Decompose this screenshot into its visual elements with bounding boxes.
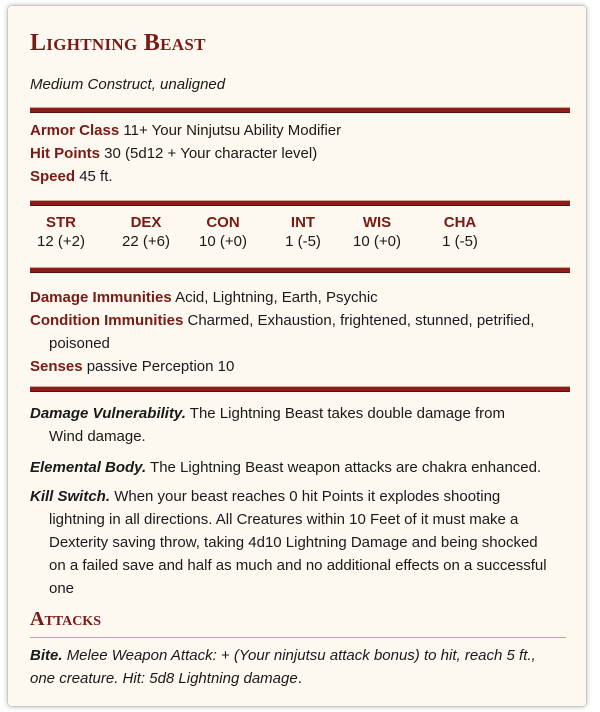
trait-text-continued: on a failed save and half as much and no…	[49, 557, 547, 574]
ability-score: 1 (-5)	[285, 233, 321, 250]
hit-points-value: 30 (5d12 + Your character level)	[104, 145, 318, 162]
damage-immunities-label: Damage Immunities	[30, 289, 172, 306]
ability-score: 10 (+0)	[353, 233, 401, 250]
attacks-heading: Attacks	[30, 608, 101, 630]
condition-immunities-continued: poisoned	[49, 335, 110, 352]
divider-rule	[30, 200, 570, 206]
condition-immunities-value: Charmed, Exhaustion, frightened, stunned…	[187, 312, 535, 329]
creature-name: Lightning Beast	[30, 30, 206, 56]
ability-name: INT	[290, 214, 316, 231]
attack-name: Bite.	[30, 647, 63, 664]
trait-name: Damage Vulnerability.	[30, 405, 186, 422]
hit-points-label: Hit Points	[30, 145, 100, 162]
ability-name: WIS	[362, 214, 392, 231]
ability-int: INT 1 (-5)	[268, 214, 338, 250]
condition-immunities-line: Condition Immunities Charmed, Exhaustion…	[30, 309, 564, 355]
armor-class-value: 11+ Your Ninjutsu Ability Modifier	[123, 122, 342, 139]
speed-value: 45 ft.	[79, 168, 113, 185]
trait-text: When your beast reaches 0 hit Points it …	[114, 488, 501, 505]
ability-name: CON	[206, 214, 240, 231]
attack-text: Melee Weapon Attack: + (Your ninjutsu at…	[66, 647, 536, 664]
trait-text: The Lightning Beast takes double damage …	[189, 405, 505, 422]
damage-immunities-line: Damage Immunities Acid, Lightning, Earth…	[30, 286, 564, 309]
divider-rule	[30, 107, 570, 113]
attacks-heading-rule	[30, 637, 566, 638]
ability-name: CHA	[443, 214, 477, 231]
ability-score: 12 (+2)	[37, 233, 85, 250]
armor-class-label: Armor Class	[30, 122, 120, 139]
hit-points-line: Hit Points 30 (5d12 + Your character lev…	[30, 145, 317, 162]
ability-score: 10 (+0)	[199, 233, 247, 250]
attack-text-period: .	[297, 670, 302, 687]
damage-immunities-value: Acid, Lightning, Earth, Psychic	[175, 289, 378, 306]
armor-class-line: Armor Class 11+ Your Ninjutsu Ability Mo…	[30, 122, 341, 139]
divider-rule	[30, 386, 570, 392]
ability-wis: WIS 10 (+0)	[342, 214, 412, 250]
speed-line: Speed 45 ft.	[30, 168, 113, 185]
trait-name: Elemental Body.	[30, 459, 147, 476]
condition-immunities-label: Condition Immunities	[30, 312, 184, 329]
trait-kill-switch: Kill Switch. When your beast reaches 0 h…	[30, 485, 564, 600]
ability-name: DEX	[130, 214, 162, 231]
ability-con: CON 10 (+0)	[188, 214, 258, 250]
senses-value: passive Perception 10	[86, 358, 235, 375]
ability-str: STR 12 (+2)	[26, 214, 96, 250]
speed-label: Speed	[30, 168, 76, 185]
ability-name: STR	[46, 214, 76, 231]
senses-line: Senses passive Perception 10	[30, 355, 564, 378]
trait-elemental-body: Elemental Body. The Lightning Beast weap…	[30, 456, 564, 479]
stat-block-card: Lightning Beast Medium Construct, unalig…	[8, 6, 586, 706]
trait-text-continued: lightning in all directions. All Creatur…	[49, 511, 519, 528]
trait-damage-vulnerability: Damage Vulnerability. The Lightning Beas…	[30, 402, 564, 448]
ability-cha: CHA 1 (-5)	[425, 214, 495, 250]
ability-score: 1 (-5)	[442, 233, 478, 250]
senses-label: Senses	[30, 358, 83, 375]
trait-text-continued: one	[49, 580, 75, 597]
divider-rule	[30, 267, 570, 273]
creature-type: Medium Construct, unaligned	[30, 76, 226, 93]
ability-dex: DEX 22 (+6)	[111, 214, 181, 250]
trait-name: Kill Switch.	[30, 488, 111, 505]
attack-text-continued: one creature. Hit: 5d8 Lightning damage	[30, 670, 298, 687]
trait-text-continued: Wind damage.	[49, 428, 146, 445]
attack-bite: Bite. Melee Weapon Attack: + (Your ninju…	[30, 644, 564, 690]
ability-score: 22 (+6)	[122, 233, 170, 250]
trait-text: The Lightning Beast weapon attacks are c…	[150, 459, 542, 476]
trait-text-continued: Dexterity saving throw, taking 4d10 Ligh…	[49, 534, 538, 551]
